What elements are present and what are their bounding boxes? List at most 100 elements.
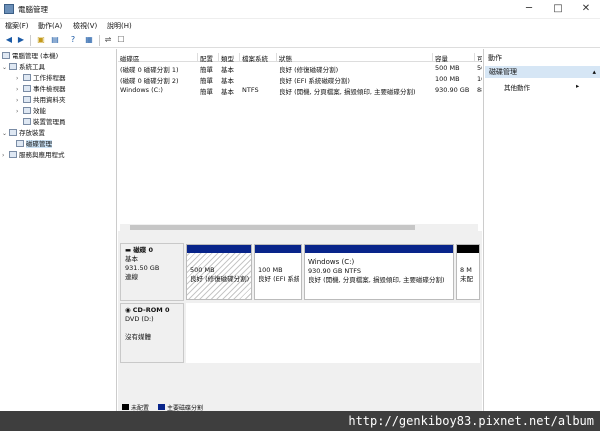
show-hide-tree-icon[interactable]: ▤ bbox=[50, 35, 60, 45]
disk-0-status: 連線 bbox=[125, 273, 138, 281]
cell-status: 良好 (開機, 分頁檔案, 損毀傾印, 主要磁碟分割) bbox=[279, 88, 416, 96]
tree-item-device-manager[interactable]: 裝置管理員 bbox=[23, 117, 66, 127]
column-header-volume[interactable]: 磁碟區 bbox=[118, 53, 198, 63]
menu-bar: 檔案(F) 動作(A) 檢視(V) 說明(H) bbox=[0, 19, 600, 33]
partition-windows-c[interactable]: Windows (C:) 930.90 GB NTFS 良好 (開機, 分頁檔案… bbox=[304, 244, 454, 300]
cell-layout: 簡單 bbox=[200, 66, 213, 74]
chevron-down-icon[interactable]: ⌄ bbox=[2, 129, 9, 139]
chevron-right-icon[interactable]: › bbox=[16, 85, 23, 95]
chevron-right-icon[interactable]: › bbox=[16, 96, 23, 106]
collapse-icon[interactable]: ▴ bbox=[592, 66, 596, 78]
cdrom-0-info[interactable]: ◉ CD-ROM 0 DVD (D:) 沒有媒體 bbox=[120, 303, 184, 363]
help-icon[interactable]: ? bbox=[68, 35, 78, 45]
menu-action[interactable]: 動作(A) bbox=[38, 21, 62, 31]
event-icon bbox=[23, 85, 31, 92]
minimize-button[interactable]: ─ bbox=[516, 0, 542, 18]
forward-icon[interactable]: ▶ bbox=[16, 35, 26, 45]
column-header-layout[interactable]: 配置 bbox=[198, 53, 219, 63]
cell-free: 10 bbox=[477, 75, 482, 83]
column-header-status[interactable]: 狀態 bbox=[277, 53, 433, 63]
actions-pane: 動作 磁碟管理 ▴ 其他動作 ▸ bbox=[483, 49, 600, 411]
chevron-down-icon[interactable]: ⌄ bbox=[2, 63, 9, 73]
partition-size: 500 MB bbox=[190, 266, 215, 274]
cell-type: 基本 bbox=[221, 88, 234, 96]
disk-0-size: 931.50 GB bbox=[125, 264, 160, 272]
partition-efi[interactable]: 100 MB 良好 (EFI 系統 bbox=[254, 244, 302, 300]
tree-item-root[interactable]: 電腦管理 (本機) bbox=[2, 51, 58, 61]
more-actions[interactable]: 其他動作 ▸ bbox=[504, 82, 579, 92]
connect-icon[interactable]: ⇌ bbox=[103, 35, 113, 45]
tree-item-disk-management[interactable]: 磁碟管理 bbox=[16, 139, 52, 149]
disk-0-info[interactable]: ▬ 磁碟 0 基本 931.50 GB 連線 bbox=[120, 243, 184, 301]
folder-icon bbox=[23, 96, 31, 103]
disk-icon: ▬ bbox=[125, 246, 134, 254]
chevron-right-icon[interactable]: › bbox=[2, 151, 9, 161]
cdrom-0-name: CD-ROM 0 bbox=[132, 306, 170, 314]
tree-item-storage[interactable]: ⌄ 存放裝置 bbox=[2, 128, 45, 138]
cdrom-0-drive: DVD (D:) bbox=[125, 315, 154, 323]
volume-list-header: 磁碟區 配置 類型 檔案系統 狀態 容量 可 bbox=[118, 52, 482, 63]
legend-swatch-unallocated bbox=[122, 404, 129, 410]
menu-help[interactable]: 說明(H) bbox=[107, 21, 132, 31]
tree-item-task-scheduler[interactable]: › 工作排程器 bbox=[16, 73, 66, 83]
chevron-right-icon[interactable]: › bbox=[16, 74, 23, 84]
actions-section-label: 磁碟管理 bbox=[489, 68, 517, 76]
maximize-button[interactable]: □ bbox=[545, 0, 571, 18]
menu-file[interactable]: 檔案(F) bbox=[5, 21, 29, 31]
device-manager-icon bbox=[23, 118, 31, 125]
cell-layout: 簡單 bbox=[200, 88, 213, 96]
actions-section-disk-management[interactable]: 磁碟管理 ▴ bbox=[485, 66, 600, 78]
disk-0-name: 磁碟 0 bbox=[133, 246, 154, 254]
computer-icon bbox=[2, 52, 10, 59]
partition-bar bbox=[305, 245, 453, 253]
partition-text: Windows (C:) 930.90 GB NTFS 良好 (開機, 分頁檔案… bbox=[308, 258, 451, 285]
partition-text: 8 M 未配 bbox=[460, 266, 477, 284]
cell-volume: (磁碟 0 磁碟分割 1) bbox=[120, 66, 179, 74]
performance-icon bbox=[23, 107, 31, 114]
chevron-right-icon[interactable]: › bbox=[16, 107, 23, 117]
toolbar: ◀ ▶ ▣ ▤ ? ▦ ⇌ ☐ bbox=[0, 33, 600, 48]
partition-unallocated[interactable]: 8 M 未配 bbox=[456, 244, 480, 300]
properties-icon[interactable]: ▦ bbox=[84, 35, 94, 45]
cell-free: 88 bbox=[477, 86, 482, 94]
actions-title: 動作 bbox=[488, 54, 502, 62]
up-folder-icon[interactable]: ▣ bbox=[36, 35, 46, 45]
partition-bar bbox=[187, 245, 251, 253]
partition-recovery[interactable]: 500 MB 良好 (修復磁碟分割) bbox=[186, 244, 252, 300]
cdrom-0-volume[interactable] bbox=[186, 303, 480, 363]
clock-icon bbox=[23, 74, 31, 81]
table-row[interactable]: Windows (C:) 簡單 基本 NTFS 良好 (開機, 分頁檔案, 損毀… bbox=[118, 85, 482, 96]
more-actions-label: 其他動作 bbox=[504, 84, 530, 92]
tree-item-shared-folders[interactable]: › 共用資料夾 bbox=[16, 95, 66, 105]
partition-text: 500 MB 良好 (修復磁碟分割) bbox=[190, 266, 249, 284]
column-header-free[interactable]: 可 bbox=[475, 53, 482, 62]
partition-bar bbox=[457, 245, 479, 253]
column-header-capacity[interactable]: 容量 bbox=[433, 53, 475, 63]
partition-status: 良好 (EFI 系統 bbox=[258, 275, 299, 283]
close-button[interactable]: ✕ bbox=[573, 0, 599, 18]
menu-view[interactable]: 檢視(V) bbox=[73, 21, 97, 31]
computer-management-icon bbox=[4, 4, 14, 14]
cdrom-0-media: 沒有媒體 bbox=[125, 333, 151, 341]
storage-icon bbox=[9, 129, 17, 136]
horizontal-scrollbar[interactable] bbox=[120, 224, 478, 231]
tree-item-event-viewer[interactable]: › 事件檢視器 bbox=[16, 84, 66, 94]
settings-icon[interactable]: ☐ bbox=[116, 35, 126, 45]
tree-item-services[interactable]: › 服務與應用程式 bbox=[2, 150, 65, 160]
table-row[interactable]: (磁碟 0 磁碟分割 1) 簡單 基本 良好 (修復磁碟分割) 500 MB 5… bbox=[118, 63, 482, 74]
partition-size: 100 MB bbox=[258, 266, 283, 274]
partition-status: 未配 bbox=[460, 275, 473, 283]
scrollbar-thumb[interactable] bbox=[130, 225, 415, 230]
pane-splitter[interactable] bbox=[118, 231, 482, 239]
cell-status: 良好 (EFI 系統磁碟分割) bbox=[279, 77, 350, 85]
cell-type: 基本 bbox=[221, 77, 234, 85]
window-title: 電腦管理 bbox=[18, 5, 48, 14]
column-header-filesystem[interactable]: 檔案系統 bbox=[240, 53, 277, 63]
back-icon[interactable]: ◀ bbox=[4, 35, 14, 45]
table-row[interactable]: (磁碟 0 磁碟分割 2) 簡單 基本 良好 (EFI 系統磁碟分割) 100 … bbox=[118, 74, 482, 85]
tree-item-performance[interactable]: › 效能 bbox=[16, 106, 46, 116]
tree-item-system-tools[interactable]: ⌄ 系統工具 bbox=[2, 62, 45, 72]
column-header-type[interactable]: 類型 bbox=[219, 53, 240, 63]
cell-volume: Windows (C:) bbox=[120, 86, 163, 94]
partition-title: Windows (C:) bbox=[308, 258, 355, 266]
